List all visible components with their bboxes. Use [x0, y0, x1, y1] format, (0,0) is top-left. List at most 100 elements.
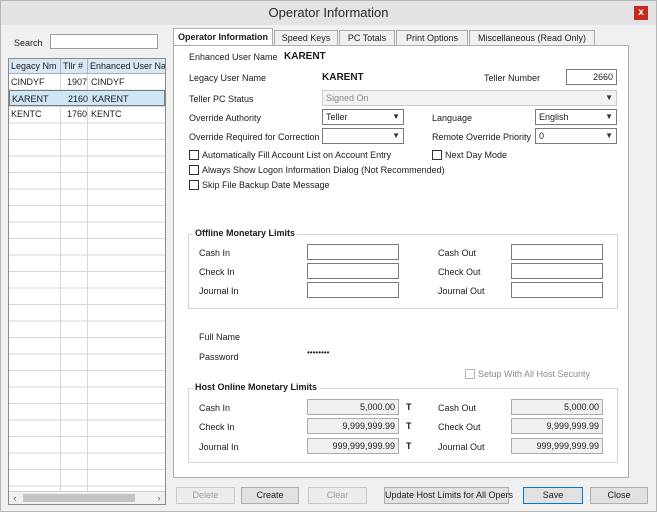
table-row[interactable]: CINDYF 1907 CINDYF: [9, 74, 165, 90]
save-button[interactable]: Save: [523, 487, 583, 504]
offline-check-in-label: Check In: [199, 267, 235, 277]
override-required-select[interactable]: ▼: [322, 128, 404, 144]
next-day-mode-checkbox[interactable]: Next Day Mode: [432, 150, 507, 160]
host-cash-out-label: Cash Out: [438, 403, 477, 413]
chevron-down-icon: ▼: [605, 131, 613, 140]
offline-check-out-field[interactable]: [511, 263, 603, 279]
tab-operator-information[interactable]: Operator Information: [173, 28, 273, 46]
search-label: Search: [14, 38, 43, 48]
offline-cash-out-label: Cash Out: [438, 248, 477, 258]
host-journal-out-label: Journal Out: [438, 442, 485, 452]
host-journal-out-field: 999,999,999.99: [511, 438, 603, 454]
operator-list-pane: Search Legacy Nm Tllr # Enhanced User Na…: [8, 31, 167, 505]
offline-check-in-field[interactable]: [307, 263, 399, 279]
chevron-down-icon: ▼: [605, 112, 613, 121]
horizontal-scrollbar[interactable]: ‹ ›: [9, 491, 165, 504]
cell-enhanced-user-name: KARENT: [92, 94, 129, 104]
override-authority-value: Teller: [326, 112, 348, 122]
setup-host-security-checkbox[interactable]: Setup With All Host Security: [465, 369, 590, 379]
offline-cash-in-field[interactable]: [307, 244, 399, 260]
teller-number-label: Teller Number: [484, 73, 541, 83]
checkbox-box[interactable]: [189, 150, 199, 160]
operator-grid: Legacy Nm Tllr # Enhanced User Na CINDYF…: [8, 58, 166, 505]
checkbox-box[interactable]: [465, 369, 475, 379]
host-journal-in-label: Journal In: [199, 442, 239, 452]
host-journal-in-t-marker: T: [406, 441, 412, 451]
operator-information-window: Operator Information x Search Legacy Nm …: [0, 0, 657, 512]
enhanced-user-name-label: Enhanced User Name: [189, 52, 278, 62]
table-row-selected[interactable]: KARENT 2160 KARENT: [9, 90, 165, 106]
scroll-thumb[interactable]: [23, 494, 135, 502]
clear-button[interactable]: Clear: [308, 487, 367, 504]
scroll-right-icon[interactable]: ›: [153, 492, 165, 504]
operator-information-panel: Enhanced User Name KARENT Legacy User Na…: [173, 45, 629, 478]
column-header-teller-number[interactable]: Tllr #: [61, 59, 88, 74]
show-logon-dialog-label: Always Show Logon Information Dialog (No…: [202, 165, 445, 175]
show-logon-dialog-checkbox[interactable]: Always Show Logon Information Dialog (No…: [189, 165, 445, 175]
search-input[interactable]: [50, 34, 158, 49]
override-authority-label: Override Authority: [189, 113, 262, 123]
checkbox-box[interactable]: [432, 150, 442, 160]
language-value: English: [539, 112, 569, 122]
host-limits-title: Host Online Monetary Limits: [193, 382, 320, 392]
column-header-enhanced-user-name[interactable]: Enhanced User Na: [88, 59, 165, 74]
scroll-left-icon[interactable]: ‹: [9, 492, 21, 504]
remote-override-priority-value: 0: [539, 131, 545, 141]
next-day-mode-label: Next Day Mode: [445, 150, 508, 160]
remote-override-priority-select[interactable]: 0 ▼: [535, 128, 617, 144]
override-authority-select[interactable]: Teller ▼: [322, 109, 404, 125]
cell-enhanced-user-name: CINDYF: [91, 77, 125, 87]
tab-speed-keys[interactable]: Speed Keys: [274, 30, 338, 45]
host-cash-in-field: 5,000.00: [307, 399, 399, 415]
grid-lines: [9, 74, 165, 492]
host-cash-in-t-marker: T: [406, 402, 412, 412]
offline-journal-in-field[interactable]: [307, 282, 399, 298]
host-check-out-field: 9,999,999.99: [511, 418, 603, 434]
autofill-account-checkbox[interactable]: Automatically Fill Account List on Accou…: [189, 150, 391, 160]
password-label: Password: [199, 352, 239, 362]
checkbox-box[interactable]: [189, 180, 199, 190]
delete-button[interactable]: Delete: [176, 487, 235, 504]
cell-legacy-name: CINDYF: [11, 77, 45, 87]
update-host-limits-button[interactable]: Update Host Limits for All Opers: [384, 487, 513, 504]
tab-print-options[interactable]: Print Options: [396, 30, 468, 45]
tab-miscellaneous[interactable]: Miscellaneous (Read Only): [469, 30, 595, 45]
checkbox-box[interactable]: [189, 165, 199, 175]
title-bar: Operator Information x: [1, 1, 656, 25]
host-check-in-field: 9,999,999.99: [307, 418, 399, 434]
offline-journal-in-label: Journal In: [199, 286, 239, 296]
skip-backup-message-label: Skip File Backup Date Message: [202, 180, 330, 190]
cell-enhanced-user-name: KENTC: [91, 109, 122, 119]
legacy-user-name-value: KARENT: [322, 72, 364, 83]
tab-pc-totals[interactable]: PC Totals: [339, 30, 395, 45]
cell-teller-number: 2160: [68, 94, 89, 104]
host-cash-out-field: 5,000.00: [511, 399, 603, 415]
offline-cash-out-field[interactable]: [511, 244, 603, 260]
host-check-in-label: Check In: [199, 422, 235, 432]
table-row[interactable]: KENTC 1760 KENTC: [9, 106, 165, 122]
cell-legacy-name: KARENT: [12, 94, 49, 104]
teller-pc-status-value: Signed On: [326, 93, 369, 103]
override-required-label: Override Required for Correction: [189, 132, 320, 142]
host-journal-in-field: 999,999,999.99: [307, 438, 399, 454]
autofill-account-label: Automatically Fill Account List on Accou…: [202, 150, 392, 160]
offline-journal-out-label: Journal Out: [438, 286, 485, 296]
language-label: Language: [432, 113, 473, 123]
remote-override-priority-label: Remote Override Priority: [432, 132, 532, 142]
chevron-down-icon: ▼: [392, 112, 400, 121]
offline-limits-title: Offline Monetary Limits: [193, 228, 298, 238]
chevron-down-icon: ▼: [392, 131, 400, 140]
host-cash-in-label: Cash In: [199, 403, 231, 413]
offline-cash-in-label: Cash In: [199, 248, 231, 258]
create-button[interactable]: Create: [241, 487, 299, 504]
close-window-icon[interactable]: x: [634, 6, 648, 20]
legacy-user-name-label: Legacy User Name: [189, 73, 267, 83]
offline-check-out-label: Check Out: [438, 267, 481, 277]
offline-journal-out-field[interactable]: [511, 282, 603, 298]
close-button[interactable]: Close: [590, 487, 648, 504]
grid-header: Legacy Nm Tllr # Enhanced User Na: [9, 59, 165, 74]
teller-number-field[interactable]: 2660: [566, 69, 617, 85]
skip-backup-message-checkbox[interactable]: Skip File Backup Date Message: [189, 180, 330, 190]
column-header-legacy-name[interactable]: Legacy Nm: [9, 59, 61, 74]
language-select[interactable]: English ▼: [535, 109, 617, 125]
